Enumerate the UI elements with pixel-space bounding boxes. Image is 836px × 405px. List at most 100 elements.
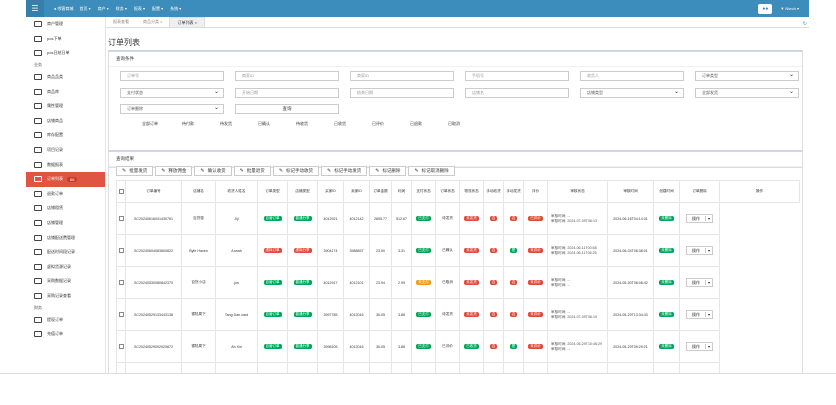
chevron-down-icon[interactable]: ▾ bbox=[704, 280, 712, 285]
filter-input[interactable]: 收货人 bbox=[580, 71, 684, 81]
toolbar-button[interactable]: ✎ 确认收货 bbox=[194, 166, 232, 176]
status-tab[interactable]: 待收货 bbox=[283, 121, 321, 127]
delete-status-tag: 未删除 bbox=[659, 216, 674, 221]
status-tab[interactable]: 已收货 bbox=[321, 121, 359, 127]
sidebar-item[interactable]: 提现订单 bbox=[26, 312, 105, 327]
sidebar-item[interactable]: 店铺租赁 bbox=[26, 201, 105, 216]
table-row[interactable]: SC20240529092920872 德陆周下 Ah Xin 自营订单 普通分享 399… bbox=[116, 330, 800, 363]
top-nav-item[interactable]: 系统 ▾ bbox=[170, 6, 181, 12]
top-nav-item[interactable]: 商户 ▾ bbox=[98, 6, 109, 12]
chat-icon[interactable]: ●● bbox=[758, 3, 773, 14]
chevron-down-icon[interactable]: ▾ bbox=[704, 344, 712, 349]
row-checkbox[interactable] bbox=[118, 279, 124, 285]
row-select-cell bbox=[116, 202, 126, 235]
row-checkbox[interactable] bbox=[118, 311, 124, 317]
refresh-icon[interactable]: ↻ bbox=[803, 21, 807, 27]
sidebar-item[interactable]: 店铺商品 bbox=[26, 114, 105, 129]
filter-input[interactable]: 开始日期 bbox=[235, 88, 339, 98]
sidebar-item[interactable]: 虚拟货源记录 bbox=[26, 260, 105, 275]
sidebar-item[interactable]: 充值订单 bbox=[26, 327, 105, 342]
status-tab[interactable]: 已确认 bbox=[245, 121, 283, 127]
action-dropdown-button[interactable]: 操作 ▾ bbox=[685, 246, 713, 255]
sidebar-item-label: 提现订单 bbox=[47, 316, 63, 322]
order-number: SC20240529054132105 bbox=[125, 362, 182, 373]
sidebar-item[interactable]: 商户管理 bbox=[26, 17, 105, 32]
user-menu[interactable]: ▼ Ntech ▾ bbox=[780, 6, 799, 11]
table-row[interactable]: SC20240604083800822 Byfe Haven Annah 虚拟订单 虚拟… bbox=[116, 234, 800, 267]
sidebar-item[interactable]: pos下单 bbox=[26, 32, 105, 47]
filter-input[interactable]: 结束日期 bbox=[350, 88, 454, 98]
filter-input[interactable]: 手机号 bbox=[465, 71, 569, 81]
filter-select[interactable]: 店铺类型 bbox=[580, 88, 684, 98]
top-nav-item[interactable]: 财务 ▾ bbox=[116, 6, 127, 12]
sidebar-item[interactable]: 商品品类 bbox=[26, 70, 105, 85]
action-dropdown-button[interactable]: 操作 ▾ bbox=[685, 342, 713, 351]
sidebar-item[interactable]: 退款订单 bbox=[26, 187, 105, 202]
chevron-down-icon[interactable]: ▾ bbox=[704, 216, 712, 221]
sidebar-item[interactable]: 项目记录 bbox=[26, 143, 105, 158]
recipient-name: Ah Xin bbox=[215, 330, 258, 363]
row-checkbox[interactable] bbox=[118, 215, 124, 221]
chevron-down-icon[interactable]: ▾ bbox=[704, 312, 712, 317]
toolbar-button[interactable]: ✎ 释放佣金 bbox=[155, 166, 193, 176]
filter-input[interactable]: 店铺名 bbox=[465, 88, 569, 98]
pay-status-tag: 已支付 bbox=[416, 216, 431, 221]
status-tab[interactable]: 全部订单 bbox=[131, 121, 169, 127]
page-tab[interactable]: 报表查看 bbox=[106, 17, 136, 27]
filter-select[interactable]: 支付状态 bbox=[120, 88, 224, 98]
page-title: 订单列表 bbox=[108, 38, 140, 47]
status-tab[interactable]: 待发货 bbox=[207, 121, 245, 127]
sidebar-item[interactable]: 店铺管理 bbox=[26, 216, 105, 231]
sidebar-item[interactable]: 库存配置 bbox=[26, 128, 105, 143]
filter-input[interactable]: 商家ID bbox=[350, 71, 454, 81]
sidebar-item[interactable]: 采购记录查看 bbox=[26, 289, 105, 304]
count-badge: 66 bbox=[67, 176, 78, 182]
action-dropdown-button[interactable]: 操作 ▾ bbox=[685, 278, 713, 287]
chevron-down-icon[interactable]: ▾ bbox=[704, 248, 712, 253]
table-row[interactable]: SC20240616041430761 百货惠 Jiji 自营订单 普通分享 401292… bbox=[116, 202, 800, 235]
row-checkbox[interactable] bbox=[118, 247, 124, 253]
action-dropdown-button[interactable]: 操作 ▾ bbox=[685, 310, 713, 319]
sidebar-item[interactable]: 属性管理 bbox=[26, 99, 105, 114]
query-button[interactable]: 查询 bbox=[235, 104, 339, 114]
filter-select[interactable]: 订单类型 bbox=[695, 71, 799, 81]
status-tab[interactable]: 已评价 bbox=[359, 121, 397, 127]
recipient-name: Tang Dan card bbox=[215, 298, 258, 331]
menu-toggle-icon[interactable]: ☰ bbox=[26, 0, 44, 17]
top-nav-item[interactable]: 首页 ▾ bbox=[80, 6, 91, 12]
status-tab[interactable]: 已退款 bbox=[397, 121, 435, 127]
sidebar-item[interactable]: 采购数据记录 bbox=[26, 274, 105, 289]
sidebar-item[interactable]: 店铺配送费管理 bbox=[26, 230, 105, 245]
sidebar-item[interactable]: 数据报表 bbox=[26, 157, 105, 172]
sidebar-item[interactable]: 配送时间段记录 bbox=[26, 245, 105, 260]
menu-item-icon bbox=[34, 74, 42, 81]
sidebar-item-label: 店铺商品 bbox=[47, 117, 63, 123]
select-all-checkbox[interactable] bbox=[118, 188, 124, 194]
page-tab[interactable]: 订单列表 × bbox=[169, 17, 205, 27]
top-nav-item[interactable]: 配置 ▾ bbox=[152, 6, 163, 12]
toolbar-button[interactable]: ✎ 标记取消删除 bbox=[408, 166, 455, 176]
status-tab[interactable]: 已取消 bbox=[435, 121, 473, 127]
status-tab[interactable]: 待付款 bbox=[169, 121, 207, 127]
sidebar-item[interactable]: pos日结日单 bbox=[26, 46, 105, 61]
row-checkbox[interactable] bbox=[118, 343, 124, 349]
top-nav-item[interactable]: 报表 ▾ bbox=[134, 6, 145, 12]
filter-select[interactable]: 全部发货 bbox=[695, 88, 799, 98]
filter-input[interactable]: 订单号 bbox=[120, 71, 224, 81]
table-row[interactable]: SC20240529133443138 德陆周下 Tang Dan card 自营订单… bbox=[116, 298, 800, 331]
page-tab[interactable]: 商品分类 × bbox=[136, 17, 169, 27]
toolbar-button[interactable]: ✎ 标记手动收货 bbox=[272, 166, 320, 176]
toolbar-button[interactable]: ✎ 批量发货 bbox=[116, 166, 154, 176]
filter-select[interactable]: 订单删除 bbox=[120, 104, 224, 114]
toolbar-button[interactable]: ✎ 标记删除 bbox=[369, 166, 407, 176]
seller-id: 4012101 bbox=[343, 266, 370, 299]
sidebar-item[interactable]: 订单列表 66 bbox=[26, 171, 105, 187]
table-row[interactable]: SC20240530080842370 百货小店 jon 自营订单 普通分享 401291… bbox=[116, 266, 800, 299]
toolbar-button[interactable]: ✎ 标记手动发货 bbox=[321, 166, 368, 176]
menu-item-icon bbox=[34, 190, 42, 197]
action-dropdown-button[interactable]: 操作 ▾ bbox=[685, 214, 713, 223]
toolbar-button[interactable]: ✎ 批量退货 bbox=[233, 166, 271, 176]
filter-input[interactable]: 商家ID bbox=[235, 71, 339, 81]
table-row[interactable]: SC20240529054132105独致美搭Joan自营订单普通分享40128… bbox=[116, 362, 800, 373]
sidebar-item[interactable]: 商品库 bbox=[26, 84, 105, 99]
